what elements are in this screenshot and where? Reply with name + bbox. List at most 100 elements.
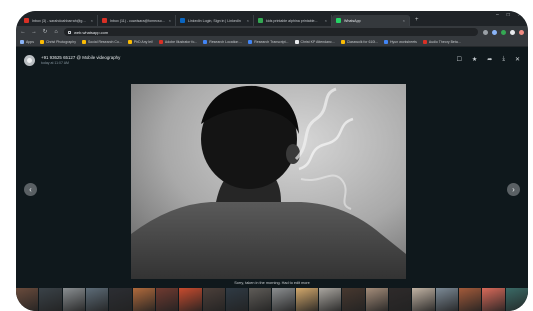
star-icon[interactable]: ★	[472, 56, 477, 63]
bookmark-item[interactable]: Audio Theory Beta...	[422, 40, 461, 44]
photo-image	[131, 84, 406, 279]
new-tab-button[interactable]: +	[410, 15, 424, 26]
bookmark-icon	[248, 40, 253, 44]
bookmark-label: Apps	[26, 40, 34, 44]
window-controls: – □ ✕	[496, 12, 522, 18]
bookmark-item[interactable]: Adobe Illustrator fo...	[158, 40, 198, 44]
tab-close-icon[interactable]: ×	[247, 18, 249, 23]
bookmark-icon	[340, 40, 345, 44]
media-thumbnail[interactable]	[272, 288, 295, 311]
bookmark-label: Audio Theory Beta...	[428, 40, 461, 44]
viewer-header: +91 93625 65127 @ Mobile videography tod…	[16, 47, 528, 73]
bookmark-label: Research Transcript...	[254, 40, 289, 44]
media-thumbnail[interactable]	[179, 288, 202, 311]
browser-tab[interactable]: WhatsApp ×	[332, 15, 410, 26]
media-thumbnail[interactable]	[458, 288, 482, 311]
media-thumbnail[interactable]	[155, 288, 179, 311]
browser-window: Inbox (3) - sarahdoahbarrah@gmai... × Inbo…	[16, 11, 528, 311]
sender-info: +91 93625 65127 @ Mobile videography tod…	[41, 55, 120, 65]
close-icon[interactable]: ✕	[515, 56, 520, 63]
media-thumbnail[interactable]	[109, 288, 132, 311]
previous-button[interactable]: ‹	[24, 183, 37, 196]
sender-avatar[interactable]	[24, 54, 35, 66]
bookmark-label: Adobe Illustrator fo...	[164, 40, 198, 44]
url-text: web.whatsapp.com	[74, 29, 109, 35]
favicon-icon	[102, 18, 107, 23]
bookmark-label: Hyun worksheets	[390, 40, 417, 44]
bookmarks-bar: Apps Christ Photography Social Research Co…	[16, 38, 528, 47]
thumbnail-strip	[16, 288, 528, 311]
lock-icon	[68, 30, 71, 34]
address-bar[interactable]: web.whatsapp.com	[64, 28, 478, 36]
media-thumbnail[interactable]	[505, 288, 528, 311]
bookmark-label: Christ KP Attendanc...	[300, 40, 335, 44]
minimize-button[interactable]: –	[496, 12, 499, 18]
media-thumbnail[interactable]	[319, 288, 342, 311]
media-thumbnail[interactable]	[249, 288, 272, 311]
bookmark-item[interactable]: Christ Photography	[39, 40, 76, 44]
key-icon[interactable]	[483, 29, 488, 35]
bookmark-item[interactable]: Research Location ...	[203, 40, 242, 44]
media-thumbnail[interactable]	[62, 288, 85, 311]
reload-button[interactable]: ↻	[42, 29, 48, 35]
browser-tab[interactable]: Inbox (11) - cuwdsara@fomecso... ×	[98, 15, 176, 26]
bookmark-item[interactable]: Social Research Co...	[81, 40, 122, 44]
media-thumbnail[interactable]	[132, 288, 155, 311]
next-button[interactable]: ›	[507, 183, 520, 196]
tab-strip: Inbox (3) - sarahdoahbarrah@gmai... × Inbo…	[16, 11, 528, 26]
media-thumbnail[interactable]	[365, 288, 388, 311]
extension-icon[interactable]	[501, 29, 506, 35]
close-window-button[interactable]: ✕	[518, 12, 522, 18]
bookmark-item[interactable]: Apps	[20, 40, 34, 44]
tab-close-icon[interactable]: ×	[325, 18, 327, 23]
tab-close-icon[interactable]: ×	[403, 18, 405, 23]
media-thumbnail[interactable]	[85, 288, 109, 311]
extension-icon[interactable]	[492, 29, 497, 35]
browser-tab[interactable]: LinkedIn Login, Sign in | LinkedIn ×	[176, 15, 254, 26]
bookmark-item[interactable]: PhD Any lei!	[127, 40, 153, 44]
bookmark-icon	[384, 40, 389, 44]
bookmark-icon	[81, 40, 86, 44]
media-thumbnail[interactable]	[435, 288, 458, 311]
bookmark-icon	[203, 40, 208, 44]
media-viewer: +91 93625 65127 @ Mobile videography tod…	[16, 47, 528, 311]
puzzle-icon[interactable]	[510, 29, 515, 35]
maximize-button[interactable]: □	[507, 12, 510, 18]
profile-avatar[interactable]	[519, 29, 524, 35]
favicon-icon	[336, 18, 341, 23]
tab-close-icon[interactable]: ×	[169, 18, 171, 23]
media-thumbnail[interactable]	[16, 288, 39, 311]
home-button[interactable]: ⌂	[53, 29, 59, 35]
bookmark-item[interactable]: Research Transcript...	[248, 40, 289, 44]
media-thumbnail[interactable]	[482, 288, 505, 311]
bookmark-item[interactable]: Christ KP Attendanc...	[294, 40, 335, 44]
media-thumbnail[interactable]	[225, 288, 249, 311]
media-thumbnail[interactable]	[202, 288, 225, 311]
bookmark-item[interactable]: Hyun worksheets	[384, 40, 417, 44]
bookmark-label: Christ Photography	[45, 40, 76, 44]
bookmark-icon	[20, 40, 24, 44]
forward-button[interactable]: →	[31, 29, 37, 35]
extension-icons	[483, 29, 524, 35]
media-thumbnail[interactable]	[295, 288, 319, 311]
media-thumbnail[interactable]	[412, 288, 435, 311]
bookmark-icon	[158, 40, 163, 44]
bookmark-icon	[294, 40, 299, 44]
bookmark-item[interactable]: Classwolk for 610l...	[340, 40, 378, 44]
address-toolbar: ← → ↻ ⌂ web.whatsapp.com	[16, 26, 528, 38]
browser-tab[interactable]: Inbox (3) - sarahdoahbarrah@gmai... ×	[20, 15, 98, 26]
bookmark-icon	[39, 40, 44, 44]
media-thumbnail[interactable]	[389, 288, 412, 311]
bookmark-label: Research Location ...	[209, 40, 243, 44]
browser-tab[interactable]: kids printable alphina printable... ×	[254, 15, 332, 26]
media-thumbnail[interactable]	[39, 288, 62, 311]
message-time: today at 11:07 AM	[41, 61, 69, 65]
forward-icon[interactable]: ➦	[487, 56, 492, 63]
download-icon[interactable]: ⤓	[502, 56, 505, 63]
tab-close-icon[interactable]: ×	[91, 18, 93, 23]
media-thumbnail[interactable]	[342, 288, 365, 311]
go-to-message-icon[interactable]: ☐	[457, 56, 462, 63]
sender-name: +91 93625 65127 @ Mobile videography	[41, 55, 121, 60]
bookmark-label: Social Research Co...	[87, 40, 122, 44]
back-button[interactable]: ←	[20, 29, 26, 35]
